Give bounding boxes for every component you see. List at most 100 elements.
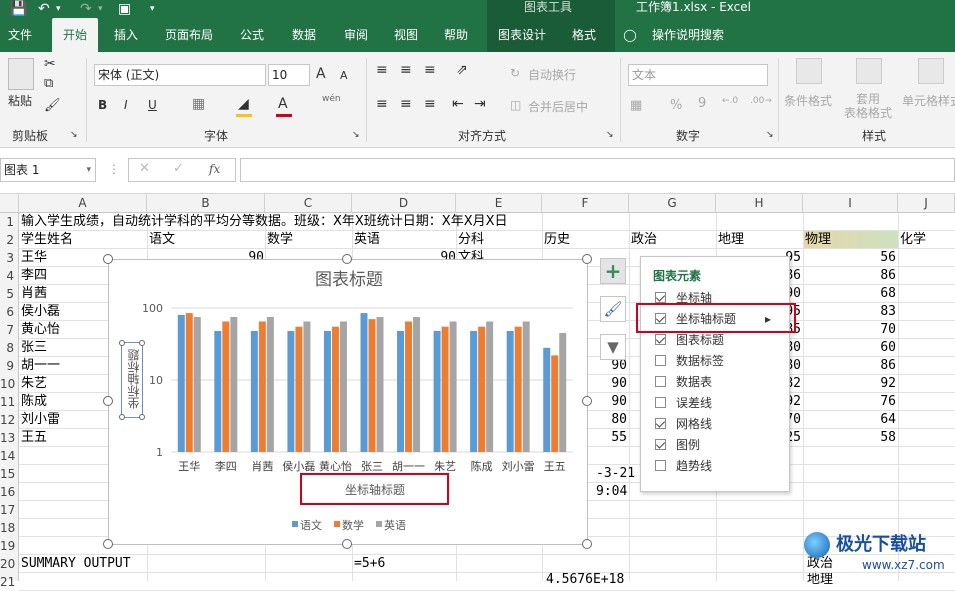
font-name-select[interactable]: 宋体 (正文) [94, 64, 266, 86]
conditional-format-icon[interactable] [796, 58, 822, 84]
row-header[interactable]: 13 [0, 429, 19, 447]
chart-styles-button[interactable]: 🖌 [600, 296, 626, 322]
align-center-icon[interactable]: ≡ [400, 96, 412, 112]
wrap-text-button[interactable]: 自动换行 [528, 66, 576, 83]
paste-button[interactable]: 粘贴 [8, 92, 32, 109]
wrap-text-icon[interactable]: ↻ [510, 66, 520, 80]
column-header[interactable]: B [147, 194, 265, 213]
cell-e2[interactable]: 分科 [458, 231, 484, 249]
student-name-cell[interactable]: 王五 [21, 429, 47, 447]
row-header[interactable]: 3 [0, 249, 19, 267]
row-header[interactable]: 5 [0, 285, 19, 303]
history-cell[interactable]: 55 [589, 429, 627, 447]
column-header[interactable]: D [352, 194, 456, 213]
customize-qat-icon[interactable]: ▾ [150, 0, 155, 18]
copy-icon[interactable]: ⧉ [44, 76, 53, 91]
column-header[interactable]: F [542, 194, 629, 213]
font-color-icon[interactable]: A [278, 96, 288, 112]
chart-element-option[interactable]: 图表标题 [655, 331, 724, 349]
student-name-cell[interactable]: 胡一一 [21, 357, 60, 375]
fill-color-icon[interactable]: ◢ [238, 96, 249, 112]
tell-me-search[interactable]: 操作说明搜索 [648, 18, 728, 52]
tab-data[interactable]: 数据 [284, 18, 324, 52]
italic-button[interactable]: I [124, 98, 128, 112]
history-cell[interactable]: 90 [589, 393, 627, 411]
cell-a20[interactable]: SUMMARY OUTPUT [21, 555, 131, 573]
history-cell[interactable]: 80 [589, 411, 627, 429]
cell-b2[interactable]: 语文 [149, 231, 175, 249]
chart-filters-button[interactable]: ▼ [600, 334, 626, 360]
resize-handle[interactable] [582, 396, 592, 406]
cell-a2[interactable]: 学生姓名 [21, 231, 73, 249]
checkbox[interactable] [655, 376, 666, 387]
phonetic-button[interactable]: wén [322, 94, 341, 104]
font-launcher-icon[interactable]: ↘ [352, 130, 360, 140]
row-header[interactable]: 11 [0, 393, 19, 411]
physics-cell[interactable]: 58 [804, 429, 896, 447]
row-header[interactable]: 14 [0, 447, 19, 465]
row-header[interactable]: 7 [0, 321, 19, 339]
merge-center-button[interactable]: 合并后居中 [528, 98, 588, 115]
chart-element-option[interactable]: 趋势线 [655, 457, 712, 475]
name-box-dropdown-icon[interactable]: ▾ [86, 159, 91, 181]
clipboard-launcher-icon[interactable]: ↘ [70, 130, 78, 140]
alignment-launcher-icon[interactable]: ↘ [606, 130, 614, 140]
student-name-cell[interactable]: 肖茜 [21, 285, 47, 303]
enter-icon[interactable]: ✓ [173, 161, 184, 176]
row-header[interactable]: 6 [0, 303, 19, 321]
checkbox[interactable] [655, 397, 666, 408]
chart-elements-button[interactable]: + [600, 258, 626, 284]
row-header[interactable]: 9 [0, 357, 19, 375]
column-header[interactable]: I [803, 194, 898, 213]
orientation-icon[interactable]: ⇗ [456, 62, 468, 78]
checkbox[interactable] [655, 292, 666, 303]
tab-page-layout[interactable]: 页面布局 [158, 18, 220, 52]
cell-i2[interactable]: 物理 [805, 231, 831, 249]
y-axis-title-selection[interactable]: 坐标轴标题 [119, 340, 145, 420]
column-header[interactable]: J [898, 194, 955, 213]
column-header[interactable]: E [456, 194, 542, 213]
tab-home[interactable]: 开始 [52, 18, 98, 52]
row-header[interactable]: 16 [0, 483, 19, 501]
resize-handle[interactable] [103, 396, 113, 406]
redo-icon[interactable]: ↷ [80, 0, 92, 18]
resize-handle[interactable] [582, 539, 592, 549]
print-preview-icon[interactable]: ▣ [118, 0, 131, 18]
cell-style-icon[interactable] [918, 58, 944, 84]
number-launcher-icon[interactable]: ↘ [766, 130, 774, 140]
cell-g2[interactable]: 政治 [631, 231, 657, 249]
row-header[interactable]: 18 [0, 519, 19, 537]
selection-handle[interactable] [139, 414, 145, 420]
column-header[interactable]: A [19, 194, 147, 213]
cell-j2[interactable]: 化学 [900, 231, 926, 249]
row-header[interactable]: 19 [0, 537, 19, 555]
student-name-cell[interactable]: 王华 [21, 249, 47, 267]
table-format-icon[interactable] [856, 58, 882, 84]
cell-f21[interactable]: 4.5676E+18 [546, 571, 624, 589]
y-axis-title[interactable]: 坐标轴标题 [125, 349, 141, 409]
history-cell[interactable]: 90 [589, 375, 627, 393]
selection-handle[interactable] [119, 414, 125, 420]
number-format-select[interactable]: 文本 [628, 64, 768, 86]
resize-handle[interactable] [103, 254, 113, 264]
selection-handle[interactable] [139, 340, 145, 346]
cell-h2[interactable]: 地理 [718, 231, 744, 249]
cut-icon[interactable]: ✂ [44, 56, 56, 72]
row-header[interactable]: 4 [0, 267, 19, 285]
tab-help[interactable]: 帮助 [436, 18, 476, 52]
physics-cell[interactable]: 86 [804, 357, 896, 375]
resize-handle[interactable] [342, 254, 352, 264]
tab-review[interactable]: 审阅 [336, 18, 376, 52]
row-header[interactable]: 12 [0, 411, 19, 429]
row-header[interactable]: 1 [0, 213, 19, 231]
row-header[interactable]: 8 [0, 339, 19, 357]
cell-f16[interactable]: 9:04 [596, 483, 627, 501]
tab-format[interactable]: 格式 [566, 18, 602, 52]
comma-button[interactable]: 9 [698, 96, 706, 111]
merge-center-icon[interactable]: ◫ [510, 98, 521, 112]
name-box[interactable]: 图表 1 ▾ [0, 158, 96, 182]
increase-decimal-button[interactable]: ←.0 [722, 96, 738, 106]
cell-f15[interactable]: -3-21 [596, 465, 635, 483]
percent-button[interactable]: % [670, 98, 682, 113]
tab-view[interactable]: 视图 [386, 18, 426, 52]
